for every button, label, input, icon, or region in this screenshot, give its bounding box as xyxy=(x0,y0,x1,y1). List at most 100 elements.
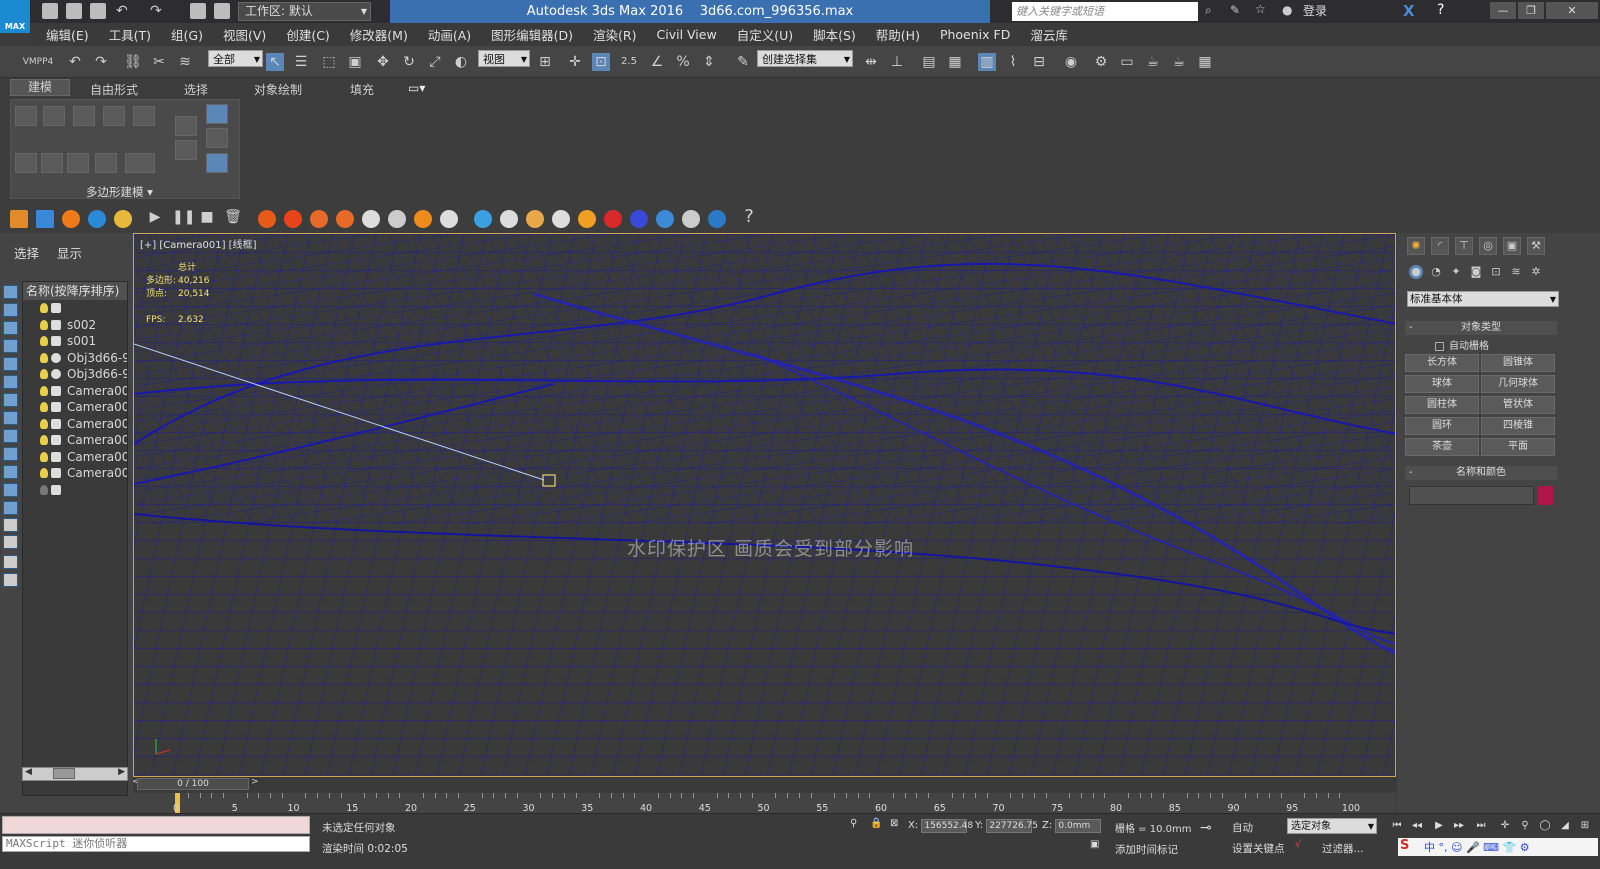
turbulence-icon[interactable] xyxy=(388,210,406,228)
display-spacewarps-icon[interactable] xyxy=(3,375,18,389)
key-selection-select[interactable]: 选定对象 xyxy=(1287,818,1377,834)
list-item[interactable]: Camera001 xyxy=(23,465,127,482)
maxscript-input[interactable]: MAXScript 迷你侦听器 xyxy=(2,836,310,852)
cameras-icon[interactable]: ◙ xyxy=(1469,265,1483,279)
scene-explorer-icon[interactable]: ▥ xyxy=(978,53,996,71)
next-key-icon[interactable]: ▸▸ xyxy=(1452,820,1466,832)
save-icon[interactable] xyxy=(90,3,106,19)
display-xrefs-icon[interactable] xyxy=(3,411,18,425)
isolate-icon[interactable]: ⚲ xyxy=(850,818,857,829)
checkbox-box[interactable] xyxy=(1435,341,1444,351)
menu-views[interactable]: 视图(V) xyxy=(223,25,266,44)
layer-manager-icon[interactable]: ▤ xyxy=(920,53,938,71)
display-cameras-icon[interactable] xyxy=(3,339,18,353)
geosphere-button[interactable]: 几何球体 xyxy=(1481,375,1555,393)
vortex-icon[interactable] xyxy=(440,210,458,228)
find-icon[interactable] xyxy=(3,573,18,587)
display-shapes-icon[interactable] xyxy=(3,303,18,317)
menu-tools[interactable]: 工具(T) xyxy=(109,25,151,44)
particles-icon[interactable] xyxy=(114,210,132,228)
rect-selection-icon[interactable]: ⬚ xyxy=(320,53,338,71)
tab-selection[interactable]: 选择 xyxy=(184,81,208,98)
tab-freeform[interactable]: 自由形式 xyxy=(90,81,138,98)
menu-modifiers[interactable]: 修改器(M) xyxy=(350,25,408,44)
prev-key-icon[interactable]: ◂◂ xyxy=(1410,820,1424,832)
motion-tab-icon[interactable]: ◎ xyxy=(1479,237,1497,255)
preview-icon[interactable] xyxy=(206,128,228,148)
cone-button[interactable]: 圆锥体 xyxy=(1481,354,1555,372)
key-filters-button[interactable]: 过滤器... xyxy=(1322,841,1364,856)
visibility-icon[interactable] xyxy=(40,418,48,429)
goto-end-icon[interactable]: ⏭ xyxy=(1474,820,1488,832)
rotate-icon[interactable]: ↻ xyxy=(400,53,418,71)
menu-phoenix-fd[interactable]: Phoenix FD xyxy=(940,27,1010,42)
set-key-button[interactable]: 设置关键点 xyxy=(1232,841,1285,856)
list-item[interactable] xyxy=(23,300,127,317)
splash-icon[interactable] xyxy=(578,210,596,228)
edit-icon[interactable] xyxy=(206,104,228,124)
display-hidden-icon[interactable] xyxy=(3,483,18,497)
help-icon[interactable]: ? xyxy=(1437,2,1444,18)
modify-mode-icon[interactable] xyxy=(175,116,197,136)
visibility-icon[interactable] xyxy=(40,435,48,445)
explorer-horizontal-scrollbar[interactable]: ◀ ▶ xyxy=(22,767,128,781)
menu-cloud-library[interactable]: 溜云库 xyxy=(1030,25,1068,44)
edit-named-selection-icon[interactable]: ✎ xyxy=(734,53,752,71)
menu-help[interactable]: 帮助(H) xyxy=(876,25,920,44)
fire-preset-icon[interactable] xyxy=(62,210,80,228)
maximize-viewport-icon[interactable]: ⊞ xyxy=(1578,820,1592,832)
poly-icon[interactable] xyxy=(206,153,228,173)
box-button[interactable]: 长方体 xyxy=(1405,354,1479,372)
fire-source-icon[interactable] xyxy=(258,210,276,228)
pyramid-button[interactable]: 四棱锥 xyxy=(1481,417,1555,435)
track-bar[interactable]: 0 5 10 15 20 25 30 35 40 45 50 55 60 65 70 75 80 85 90 95 10… xyxy=(133,793,1396,814)
grid-icon[interactable] xyxy=(36,210,54,228)
time-slider[interactable]: < 0 / 100 > xyxy=(132,777,1396,791)
visibility-icon[interactable] xyxy=(40,451,48,462)
utilities-tab-icon[interactable]: ⚒ xyxy=(1527,237,1545,255)
minimize-button[interactable]: — xyxy=(1490,2,1516,19)
element-icon[interactable] xyxy=(133,106,155,126)
polygon-icon[interactable] xyxy=(103,106,125,126)
list-item[interactable]: Obj3d66-99 xyxy=(23,350,127,367)
beer-icon[interactable] xyxy=(526,210,544,228)
window-icon[interactable] xyxy=(214,3,230,19)
show-end-icon[interactable] xyxy=(67,153,89,173)
menu-edit[interactable]: 编辑(E) xyxy=(46,25,89,44)
redo-icon[interactable]: ↷ xyxy=(92,53,110,71)
redo-icon[interactable]: ↷ xyxy=(150,3,166,19)
remove-modifier-icon[interactable] xyxy=(125,153,155,173)
visibility-icon[interactable] xyxy=(40,369,48,379)
display-groups-icon[interactable] xyxy=(3,393,18,407)
orbit-icon[interactable]: ◯ xyxy=(1538,820,1552,832)
key-icon[interactable]: ⊸ xyxy=(1200,820,1212,836)
maxscript-output[interactable] xyxy=(2,816,310,834)
list-item[interactable] xyxy=(23,482,127,499)
fireball-icon[interactable] xyxy=(310,210,328,228)
x-value[interactable]: 156552.48 xyxy=(921,819,973,833)
snap-icon[interactable]: 2.5 xyxy=(620,53,638,71)
display-frozen-icon[interactable] xyxy=(3,465,18,479)
render-setup-icon[interactable]: ⚙ xyxy=(1092,53,1110,71)
ribbon-options-icon[interactable]: ▭▾ xyxy=(408,81,425,95)
auto-key-button[interactable]: 自动 xyxy=(1232,820,1253,835)
ime-mode-icons[interactable]: 中 °, ☺ 🎤 ⌨ 👕 ⚙ xyxy=(1424,839,1530,855)
edge-icon[interactable] xyxy=(43,106,65,126)
modify-tab-icon[interactable]: ◜ xyxy=(1431,237,1449,255)
maximize-button[interactable]: ❐ xyxy=(1518,2,1544,19)
tab-display[interactable]: 显示 xyxy=(57,246,82,261)
x-coordinate[interactable]: X: 156552.48 xyxy=(908,819,973,833)
list-item[interactable]: Camera003 xyxy=(23,383,127,400)
tab-select[interactable]: 选择 xyxy=(14,246,39,261)
emitter-icon[interactable] xyxy=(604,210,622,228)
bind-space-warp-icon[interactable]: ≋ xyxy=(176,53,194,71)
lock-selection-icon[interactable]: 🔒 xyxy=(870,818,882,829)
menu-customize[interactable]: 自定义(U) xyxy=(737,25,793,44)
help-icon[interactable]: ? xyxy=(740,208,758,226)
visibility-icon[interactable] xyxy=(40,319,48,330)
border-icon[interactable] xyxy=(73,106,95,126)
z-value[interactable]: 0.0mm xyxy=(1055,819,1102,833)
list-item[interactable]: Camera002 xyxy=(23,432,127,449)
schematic-view-icon[interactable]: ⊟ xyxy=(1030,53,1048,71)
open-file-icon[interactable] xyxy=(66,3,82,19)
